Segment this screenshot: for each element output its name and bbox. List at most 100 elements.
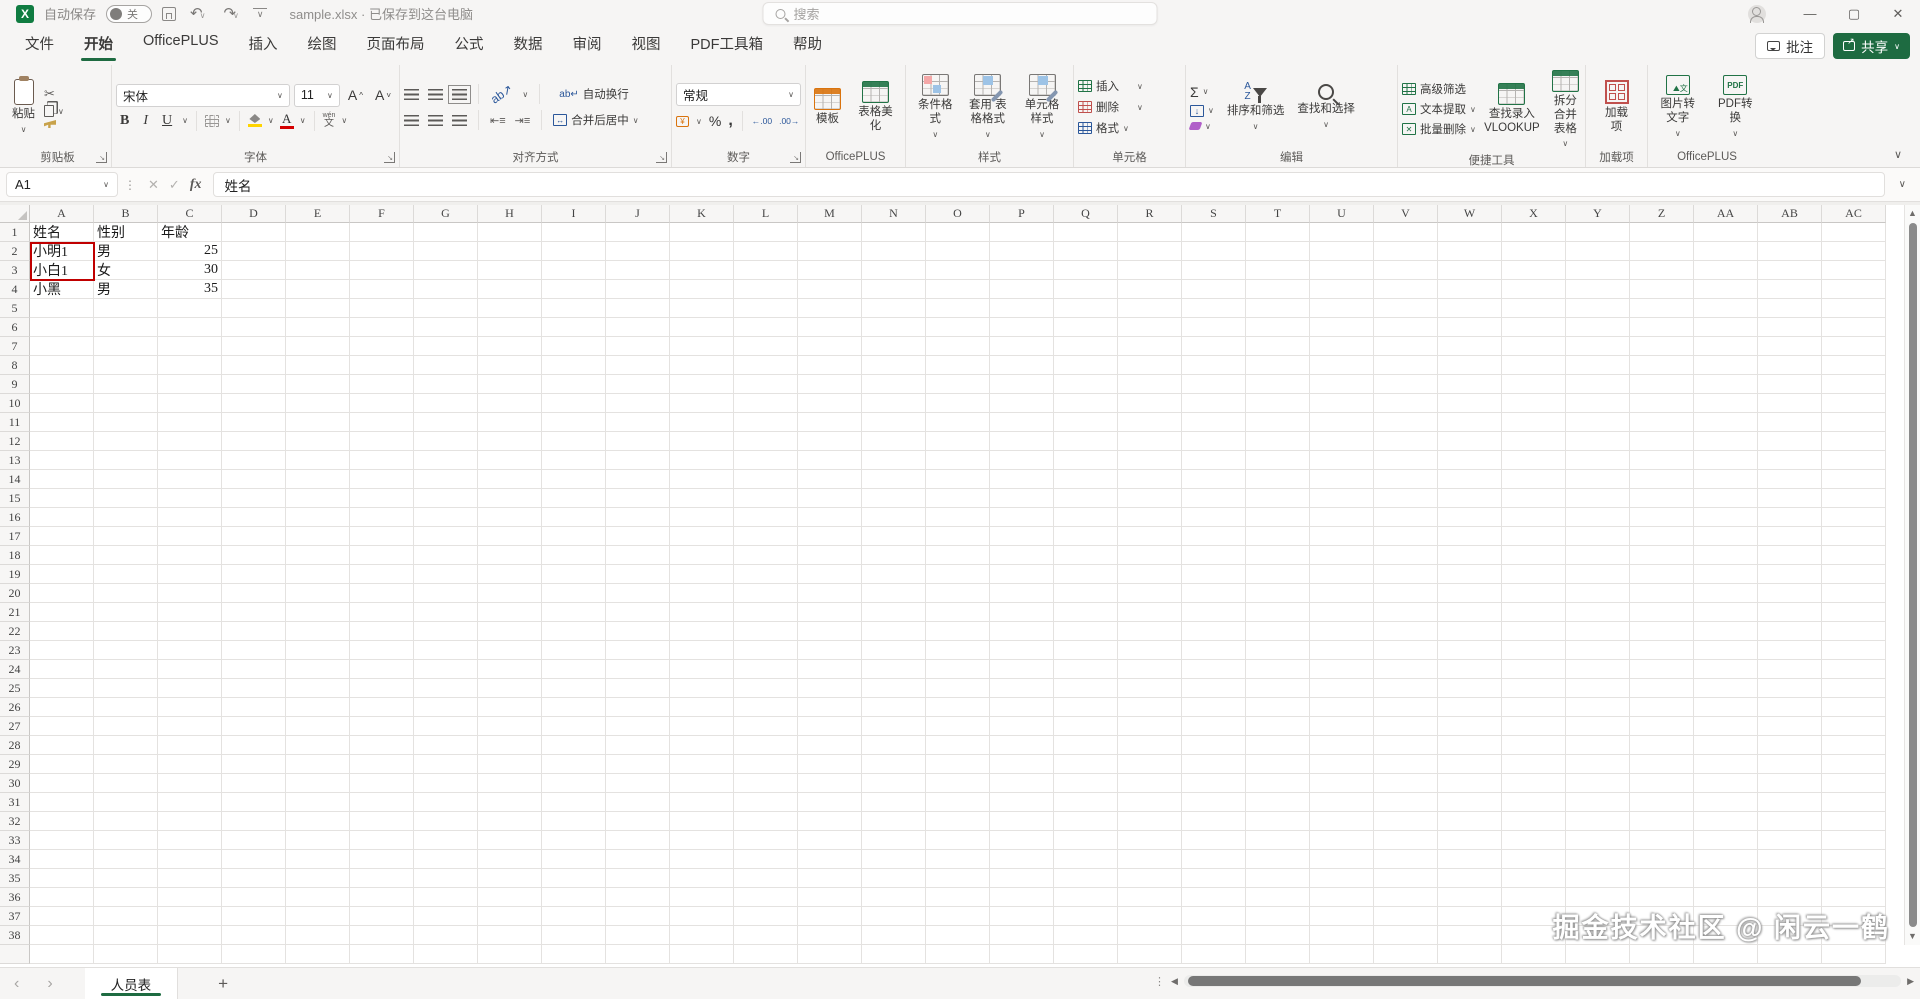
cell-D13[interactable]	[222, 451, 286, 470]
cell-U35[interactable]	[1310, 869, 1374, 888]
row-header-6[interactable]: 6	[0, 318, 30, 337]
cell-G1[interactable]	[414, 223, 478, 242]
cell-O13[interactable]	[926, 451, 990, 470]
cell-D28[interactable]	[222, 736, 286, 755]
cell-N39[interactable]	[862, 945, 926, 964]
cell-Z17[interactable]	[1630, 527, 1694, 546]
cell-U25[interactable]	[1310, 679, 1374, 698]
cell-M36[interactable]	[798, 888, 862, 907]
cell-I29[interactable]	[542, 755, 606, 774]
tab-文件[interactable]: 文件	[10, 26, 69, 63]
cell-E25[interactable]	[286, 679, 350, 698]
cell-F22[interactable]	[350, 622, 414, 641]
cell-Z18[interactable]	[1630, 546, 1694, 565]
cell-O14[interactable]	[926, 470, 990, 489]
cell-R23[interactable]	[1118, 641, 1182, 660]
cell-M31[interactable]	[798, 793, 862, 812]
cell-R37[interactable]	[1118, 907, 1182, 926]
cell-C21[interactable]	[158, 603, 222, 622]
cell-AC34[interactable]	[1822, 850, 1886, 869]
cell-P4[interactable]	[990, 280, 1054, 299]
cell-B24[interactable]	[94, 660, 158, 679]
cell-U19[interactable]	[1310, 565, 1374, 584]
cell-T21[interactable]	[1246, 603, 1310, 622]
cell-Z39[interactable]	[1630, 945, 1694, 964]
cell-G29[interactable]	[414, 755, 478, 774]
cell-J13[interactable]	[606, 451, 670, 470]
cell-U13[interactable]	[1310, 451, 1374, 470]
cell-AC19[interactable]	[1822, 565, 1886, 584]
cell-AB23[interactable]	[1758, 641, 1822, 660]
cell-O34[interactable]	[926, 850, 990, 869]
cell-X17[interactable]	[1502, 527, 1566, 546]
cell-A1[interactable]: 姓名	[30, 223, 94, 242]
cell-AA31[interactable]	[1694, 793, 1758, 812]
cell-B18[interactable]	[94, 546, 158, 565]
cell-A15[interactable]	[30, 489, 94, 508]
cell-AA34[interactable]	[1694, 850, 1758, 869]
cell-N32[interactable]	[862, 812, 926, 831]
cell-P30[interactable]	[990, 774, 1054, 793]
cell-S5[interactable]	[1182, 299, 1246, 318]
cell-C14[interactable]	[158, 470, 222, 489]
row-header-3[interactable]: 3	[0, 261, 30, 280]
cell-K3[interactable]	[670, 261, 734, 280]
cell-K19[interactable]	[670, 565, 734, 584]
cell-K26[interactable]	[670, 698, 734, 717]
cell-T7[interactable]	[1246, 337, 1310, 356]
cell-I34[interactable]	[542, 850, 606, 869]
cell-M24[interactable]	[798, 660, 862, 679]
cell-N16[interactable]	[862, 508, 926, 527]
cell-F34[interactable]	[350, 850, 414, 869]
cell-AB35[interactable]	[1758, 869, 1822, 888]
cell-S31[interactable]	[1182, 793, 1246, 812]
cell-T16[interactable]	[1246, 508, 1310, 527]
cell-A25[interactable]	[30, 679, 94, 698]
cell-Z6[interactable]	[1630, 318, 1694, 337]
cell-Y1[interactable]	[1566, 223, 1630, 242]
cell-U21[interactable]	[1310, 603, 1374, 622]
cell-E36[interactable]	[286, 888, 350, 907]
cell-A39[interactable]	[30, 945, 94, 964]
cell-K29[interactable]	[670, 755, 734, 774]
cell-G17[interactable]	[414, 527, 478, 546]
cell-X34[interactable]	[1502, 850, 1566, 869]
cell-B14[interactable]	[94, 470, 158, 489]
cell-F39[interactable]	[350, 945, 414, 964]
cell-T22[interactable]	[1246, 622, 1310, 641]
cell-U30[interactable]	[1310, 774, 1374, 793]
decrease-indent-icon[interactable]: ⇤≡	[490, 114, 506, 127]
cell-D35[interactable]	[222, 869, 286, 888]
cell-F20[interactable]	[350, 584, 414, 603]
tab-插入[interactable]: 插入	[234, 26, 293, 63]
cell-U28[interactable]	[1310, 736, 1374, 755]
cell-Q8[interactable]	[1054, 356, 1118, 375]
cell-N26[interactable]	[862, 698, 926, 717]
cell-F28[interactable]	[350, 736, 414, 755]
cell-Q37[interactable]	[1054, 907, 1118, 926]
cell-F12[interactable]	[350, 432, 414, 451]
cell-D9[interactable]	[222, 375, 286, 394]
row-header-15[interactable]: 15	[0, 489, 30, 508]
row-header-10[interactable]: 10	[0, 394, 30, 413]
cell-R30[interactable]	[1118, 774, 1182, 793]
cell-G33[interactable]	[414, 831, 478, 850]
cell-W7[interactable]	[1438, 337, 1502, 356]
cell-R7[interactable]	[1118, 337, 1182, 356]
cell-Y28[interactable]	[1566, 736, 1630, 755]
cell-AA3[interactable]	[1694, 261, 1758, 280]
cell-H13[interactable]	[478, 451, 542, 470]
cell-G2[interactable]	[414, 242, 478, 261]
cell-U36[interactable]	[1310, 888, 1374, 907]
cell-J17[interactable]	[606, 527, 670, 546]
cell-U7[interactable]	[1310, 337, 1374, 356]
cell-AA19[interactable]	[1694, 565, 1758, 584]
cell-C32[interactable]	[158, 812, 222, 831]
maximize-button[interactable]: ▢	[1832, 0, 1876, 27]
split-merge-button[interactable]: 拆分合并 表格 ∨	[1548, 67, 1583, 152]
cell-S25[interactable]	[1182, 679, 1246, 698]
column-header-A[interactable]: A	[30, 205, 94, 223]
cell-C33[interactable]	[158, 831, 222, 850]
cell-T5[interactable]	[1246, 299, 1310, 318]
cell-B17[interactable]	[94, 527, 158, 546]
